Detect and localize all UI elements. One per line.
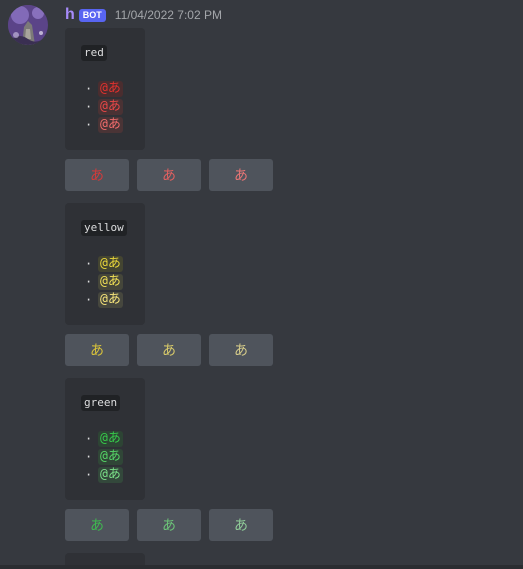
bullet: · — [85, 432, 93, 446]
role-button[interactable]: あ — [209, 334, 273, 366]
button-row-red: あ あ あ — [65, 159, 273, 191]
role-mention[interactable]: @あ — [98, 274, 123, 290]
bullet: · — [85, 275, 93, 289]
role-mention[interactable]: @あ — [98, 256, 123, 272]
scroll-edge — [0, 565, 523, 569]
bullet: · — [85, 257, 93, 271]
embed-red: red · @あ · @あ · @あ — [65, 28, 145, 150]
role-button[interactable]: あ — [137, 159, 201, 191]
list-item: · @あ — [85, 273, 123, 291]
embed-title: green — [81, 395, 121, 411]
role-mention[interactable]: @あ — [98, 99, 123, 115]
embed-title: yellow — [81, 220, 127, 236]
bullet: · — [85, 100, 93, 114]
message: h BOT 11/04/2022 7:02 PM red · @あ · @あ ·… — [0, 0, 523, 569]
role-mention[interactable]: @あ — [98, 449, 123, 465]
bot-tag: BOT — [78, 8, 106, 22]
bullet: · — [85, 82, 93, 96]
role-mention[interactable]: @あ — [98, 117, 123, 133]
message-header: h BOT 11/04/2022 7:02 PM — [65, 6, 222, 24]
bullet: · — [85, 293, 93, 307]
user-avatar[interactable] — [8, 5, 48, 45]
role-button[interactable]: あ — [137, 509, 201, 541]
role-mention[interactable]: @あ — [98, 467, 123, 483]
avatar-image — [8, 5, 48, 45]
embed-yellow: yellow · @あ · @あ · @あ — [65, 203, 145, 325]
list-item: · @あ — [85, 116, 123, 134]
list-item: · @あ — [85, 448, 123, 466]
username[interactable]: h — [65, 6, 75, 24]
bullet: · — [85, 118, 93, 132]
role-mention[interactable]: @あ — [98, 292, 123, 308]
button-row-yellow: あ あ あ — [65, 334, 273, 366]
role-button[interactable]: あ — [65, 334, 129, 366]
list-item: · @あ — [85, 291, 123, 309]
role-button[interactable]: あ — [65, 509, 129, 541]
role-mention[interactable]: @あ — [98, 81, 123, 97]
list-item: · @あ — [85, 80, 123, 98]
bullet: · — [85, 450, 93, 464]
timestamp[interactable]: 11/04/2022 7:02 PM — [115, 6, 222, 24]
role-button[interactable]: あ — [137, 334, 201, 366]
role-button[interactable]: あ — [209, 509, 273, 541]
list-item: · @あ — [85, 466, 123, 484]
role-button[interactable]: あ — [65, 159, 129, 191]
list-item: · @あ — [85, 98, 123, 116]
role-mention[interactable]: @あ — [98, 431, 123, 447]
embed-title: red — [81, 45, 107, 61]
role-button[interactable]: あ — [209, 159, 273, 191]
embed-green: green · @あ · @あ · @あ — [65, 378, 145, 500]
bullet: · — [85, 468, 93, 482]
list-item: · @あ — [85, 255, 123, 273]
list-item: · @あ — [85, 430, 123, 448]
button-row-green: あ あ あ — [65, 509, 273, 541]
